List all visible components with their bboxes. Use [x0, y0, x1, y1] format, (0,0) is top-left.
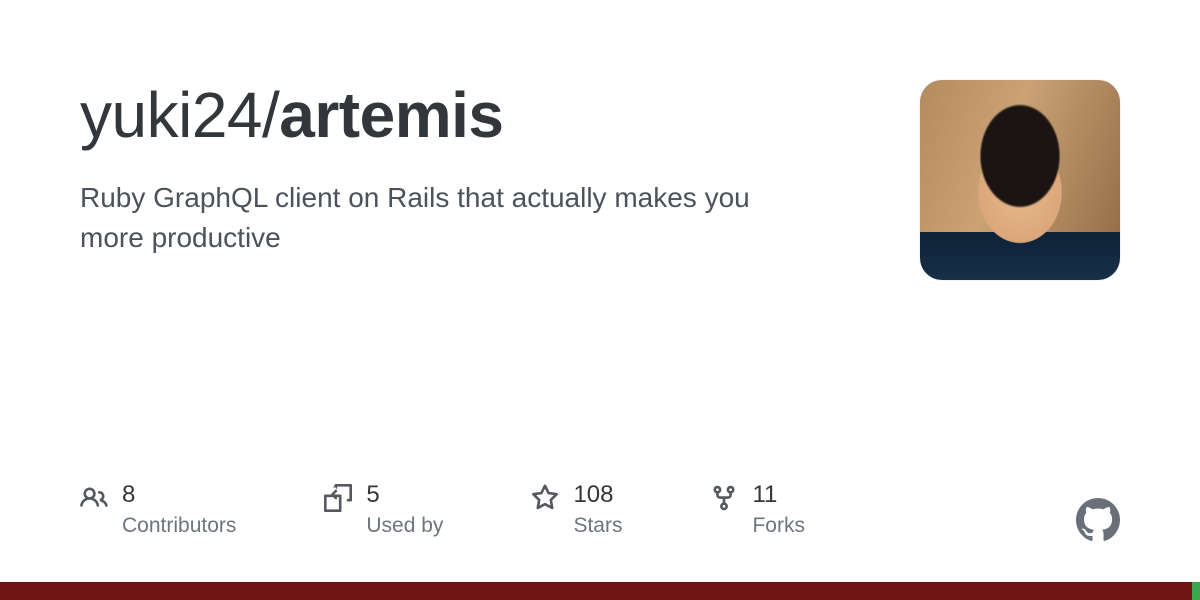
- stat-stars-value: 108: [573, 482, 622, 508]
- owner-avatar: [920, 80, 1120, 280]
- people-icon: [80, 484, 108, 512]
- language-bar: [0, 582, 1200, 600]
- repo-slash: /: [262, 79, 279, 151]
- stat-contributors-label: Contributors: [122, 513, 236, 538]
- stat-stars: 108 Stars: [531, 482, 622, 538]
- repo-stats: 8 Contributors 5 Used by 108 Stars: [80, 482, 1120, 538]
- package-dependents-icon: [324, 484, 352, 512]
- stat-used-by: 5 Used by: [324, 482, 443, 538]
- repo-owner: yuki24: [80, 79, 262, 151]
- repo-description: Ruby GraphQL client on Rails that actual…: [80, 178, 800, 256]
- stat-used-by-label: Used by: [366, 513, 443, 538]
- stat-forks: 11 Forks: [710, 482, 805, 538]
- stat-contributors: 8 Contributors: [80, 482, 236, 538]
- language-segment: [0, 582, 1192, 600]
- repo-title: yuki24/artemis: [80, 80, 880, 150]
- language-segment: [1192, 582, 1200, 600]
- stat-forks-label: Forks: [752, 513, 805, 538]
- repo-name: artemis: [279, 79, 503, 151]
- stat-contributors-value: 8: [122, 482, 236, 508]
- fork-icon: [710, 484, 738, 512]
- stat-used-by-value: 5: [366, 482, 443, 508]
- stat-forks-value: 11: [752, 482, 805, 508]
- star-icon: [531, 484, 559, 512]
- stat-stars-label: Stars: [573, 513, 622, 538]
- github-logo-icon: [1076, 498, 1120, 542]
